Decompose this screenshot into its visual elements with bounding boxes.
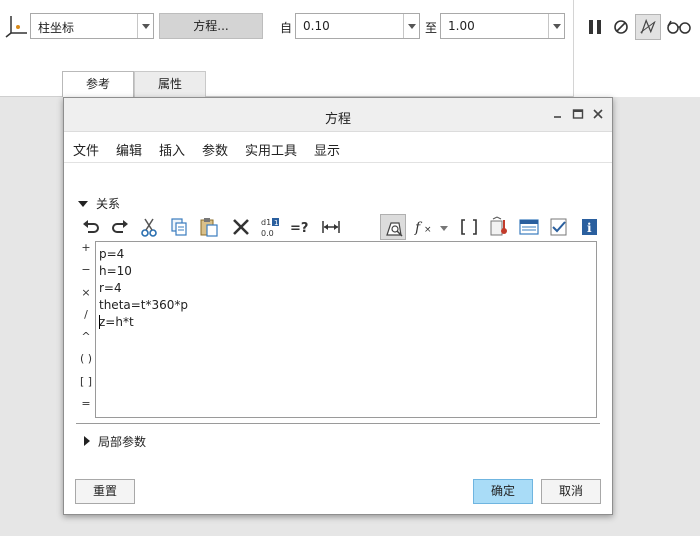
measure-icon[interactable] xyxy=(320,216,342,238)
undo-icon[interactable] xyxy=(80,216,102,238)
glasses-icon[interactable] xyxy=(665,14,693,40)
divider xyxy=(76,423,600,424)
copy-icon[interactable] xyxy=(168,216,190,238)
menu-file[interactable]: 文件 xyxy=(73,140,99,159)
chevron-down-icon[interactable] xyxy=(403,14,419,38)
cancel-icon[interactable] xyxy=(608,14,634,40)
collapse-triangle-icon xyxy=(78,201,88,207)
model-select-icon xyxy=(386,222,403,237)
svg-text:×: × xyxy=(424,225,432,235)
operator-plus[interactable]: + xyxy=(77,241,95,254)
operator-power[interactable]: ^ xyxy=(77,330,95,343)
table-icon[interactable] xyxy=(518,216,540,238)
pause-icon[interactable] xyxy=(582,14,608,40)
paste-icon[interactable] xyxy=(198,216,220,238)
operator-divide[interactable]: / xyxy=(77,308,95,321)
tab-reference[interactable]: 参考 xyxy=(62,71,134,97)
local-params-section-header[interactable]: 局部参数 xyxy=(84,433,146,450)
menu-display[interactable]: 显示 xyxy=(314,140,340,159)
menu-edit[interactable]: 编辑 xyxy=(116,140,142,159)
chevron-down-icon[interactable] xyxy=(137,14,153,38)
function-icon[interactable]: f × xyxy=(414,216,438,238)
chevron-down-icon[interactable] xyxy=(548,14,564,38)
dialog-title: 方程 xyxy=(324,112,351,127)
relations-label: 关系 xyxy=(96,197,121,211)
local-params-label: 局部参数 xyxy=(98,435,147,449)
code-line: theta=t*360*p xyxy=(99,298,189,312)
svg-text:i: i xyxy=(587,221,592,235)
operator-palette: + − × / ^ ( ) [ ] = xyxy=(77,241,95,419)
chevron-down-icon[interactable] xyxy=(438,216,450,238)
coordinate-type-select[interactable]: 柱坐标 xyxy=(30,13,154,39)
svg-text:d1: d1 xyxy=(261,218,271,227)
menu-parameters[interactable]: 参数 xyxy=(202,140,228,159)
from-value: 0.10 xyxy=(303,19,330,33)
minimize-icon[interactable] xyxy=(551,107,565,121)
delete-icon[interactable] xyxy=(230,216,252,238)
relations-section-header[interactable]: 关系 xyxy=(78,195,120,212)
to-value: 1.00 xyxy=(448,19,475,33)
from-label: 自 xyxy=(280,21,293,35)
operator-brackets[interactable]: [ ] xyxy=(77,375,95,388)
menu-insert[interactable]: 插入 xyxy=(159,140,185,159)
equation-dialog: 方程 文件 编辑 插入 参数 实用工具 显示 关系 d1 1 0.0 =? f × i xyxy=(63,97,613,515)
to-label: 至 xyxy=(425,21,438,35)
text-caret xyxy=(99,315,100,329)
cut-icon[interactable] xyxy=(138,216,160,238)
close-icon[interactable] xyxy=(591,107,605,121)
operator-multiply[interactable]: × xyxy=(77,286,95,299)
code-line: h=10 xyxy=(99,264,132,278)
checklist-icon[interactable] xyxy=(548,216,570,238)
reset-button[interactable]: 重置 xyxy=(75,479,135,504)
relations-editor[interactable]: p=4 h=10 r=4 theta=t*360*p z=h*t xyxy=(95,241,597,418)
redo-icon[interactable] xyxy=(109,216,131,238)
preview-geometry-icon[interactable] xyxy=(635,14,661,40)
coordinate-type-value: 柱坐标 xyxy=(38,21,75,35)
operator-equals[interactable]: = xyxy=(77,397,95,410)
sort-numbers-icon[interactable]: d1 10.0 xyxy=(259,216,281,238)
maximize-icon[interactable] xyxy=(571,107,585,121)
to-value-select[interactable]: 1.00 xyxy=(440,13,565,39)
ok-button[interactable]: 确定 xyxy=(473,479,533,504)
coordinate-system-icon[interactable] xyxy=(5,14,29,38)
svg-text:0.0: 0.0 xyxy=(261,229,274,238)
dialog-titlebar[interactable]: 方程 xyxy=(64,98,612,132)
dialog-menubar: 文件 编辑 插入 参数 实用工具 显示 xyxy=(64,133,612,163)
select-from-model-button[interactable] xyxy=(380,214,406,240)
operator-minus[interactable]: − xyxy=(77,263,95,276)
operator-parentheses[interactable]: ( ) xyxy=(77,352,95,365)
code-line: r=4 xyxy=(99,281,122,295)
info-icon[interactable]: i xyxy=(578,216,600,238)
verify-icon[interactable]: =? xyxy=(289,216,311,238)
expand-triangle-icon xyxy=(84,436,90,446)
svg-text:1: 1 xyxy=(274,219,278,227)
code-line: z=h*t xyxy=(99,315,134,329)
svg-text:f: f xyxy=(414,220,423,236)
svg-text:=?: =? xyxy=(290,221,308,236)
brackets-icon[interactable] xyxy=(458,216,480,238)
from-value-select[interactable]: 0.10 xyxy=(295,13,420,39)
unit-sensitivity-icon[interactable] xyxy=(488,216,510,238)
equation-button[interactable]: 方程... xyxy=(159,13,263,39)
code-line: p=4 xyxy=(99,247,125,261)
ribbon-control-group xyxy=(573,0,700,97)
relations-toolbar: d1 1 0.0 =? f × i xyxy=(78,214,598,240)
tab-properties[interactable]: 属性 xyxy=(134,71,206,97)
menu-utilities[interactable]: 实用工具 xyxy=(245,140,297,159)
cancel-button[interactable]: 取消 xyxy=(541,479,601,504)
